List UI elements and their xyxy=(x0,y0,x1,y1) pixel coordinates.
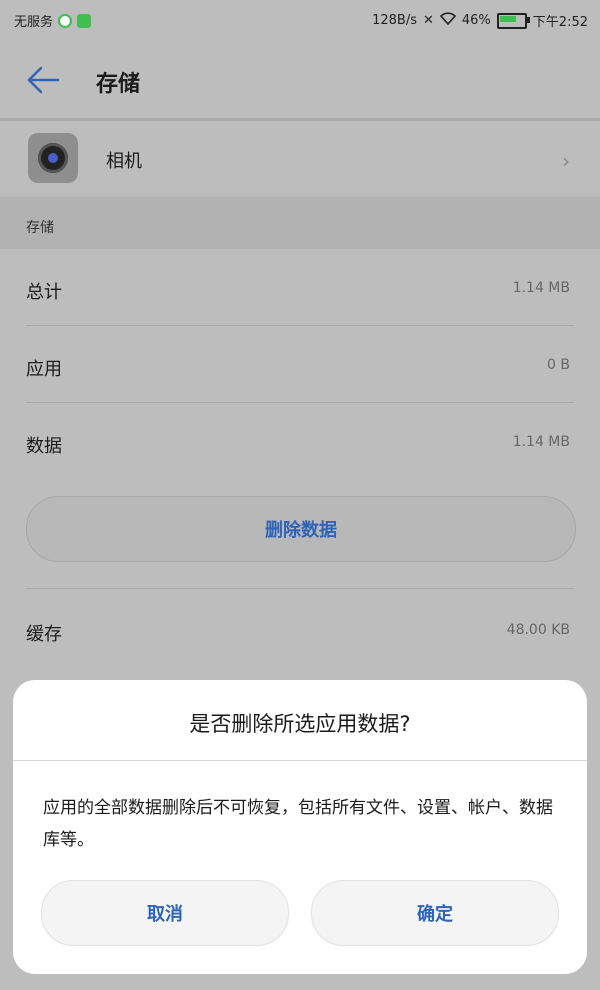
title-bar: 存储 xyxy=(0,42,600,118)
row-value: 0 B xyxy=(547,357,570,373)
row-label: 缓存 xyxy=(26,624,62,645)
row-value: 48.00 KB xyxy=(506,622,570,638)
status-right: 128B/s ✕ 46% 下午2:52 xyxy=(372,11,588,30)
network-speed: 128B/s xyxy=(372,13,417,28)
section-label: 存储 xyxy=(26,220,54,236)
row-divider xyxy=(26,402,574,403)
row-label: 应用 xyxy=(26,359,62,380)
confirm-dialog: 是否删除所选应用数据? 应用的全部数据删除后不可恢复，包括所有文件、设置、帐户、… xyxy=(13,680,587,974)
status-left: 无服务 xyxy=(14,11,92,30)
app-info-row[interactable]: 相机 › xyxy=(0,121,600,197)
confirm-button[interactable]: 确定 xyxy=(311,880,559,946)
back-arrow-icon[interactable] xyxy=(26,64,60,96)
dialog-divider xyxy=(13,760,587,761)
battery-percent: 46% xyxy=(461,13,491,28)
battery-icon xyxy=(496,12,530,29)
carrier-text: 无服务 xyxy=(14,15,54,30)
chevron-right-icon: › xyxy=(562,149,570,173)
app-notification-icon xyxy=(77,13,92,28)
row-label: 数据 xyxy=(26,436,62,457)
app-name: 相机 xyxy=(106,151,142,172)
row-divider xyxy=(26,325,574,326)
cancel-button[interactable]: 取消 xyxy=(41,880,289,946)
delete-data-button[interactable]: 删除数据 xyxy=(26,496,576,562)
row-label: 总计 xyxy=(26,282,62,303)
wifi-icon xyxy=(439,12,456,29)
row-divider xyxy=(26,588,574,589)
row-value: 1.14 MB xyxy=(512,280,570,296)
page-title: 存储 xyxy=(96,72,141,97)
status-bar: 无服务 128B/s ✕ 46% 下午2:52 xyxy=(0,0,600,42)
row-total: 总计 1.14 MB xyxy=(0,250,600,326)
row-app: 应用 0 B xyxy=(0,327,600,403)
clock: 下午2:52 xyxy=(532,15,588,30)
mute-icon: ✕ xyxy=(422,13,434,28)
dialog-title: 是否删除所选应用数据? xyxy=(189,712,411,736)
notification-icon xyxy=(58,13,73,28)
row-value: 1.14 MB xyxy=(512,434,570,450)
row-data: 数据 1.14 MB xyxy=(0,404,600,480)
storage-section-header: 存储 xyxy=(0,197,600,249)
dialog-message: 应用的全部数据删除后不可恢复，包括所有文件、设置、帐户、数据库等。 xyxy=(43,798,553,850)
row-cache: 缓存 48.00 KB xyxy=(0,592,600,668)
camera-app-icon xyxy=(28,133,78,183)
